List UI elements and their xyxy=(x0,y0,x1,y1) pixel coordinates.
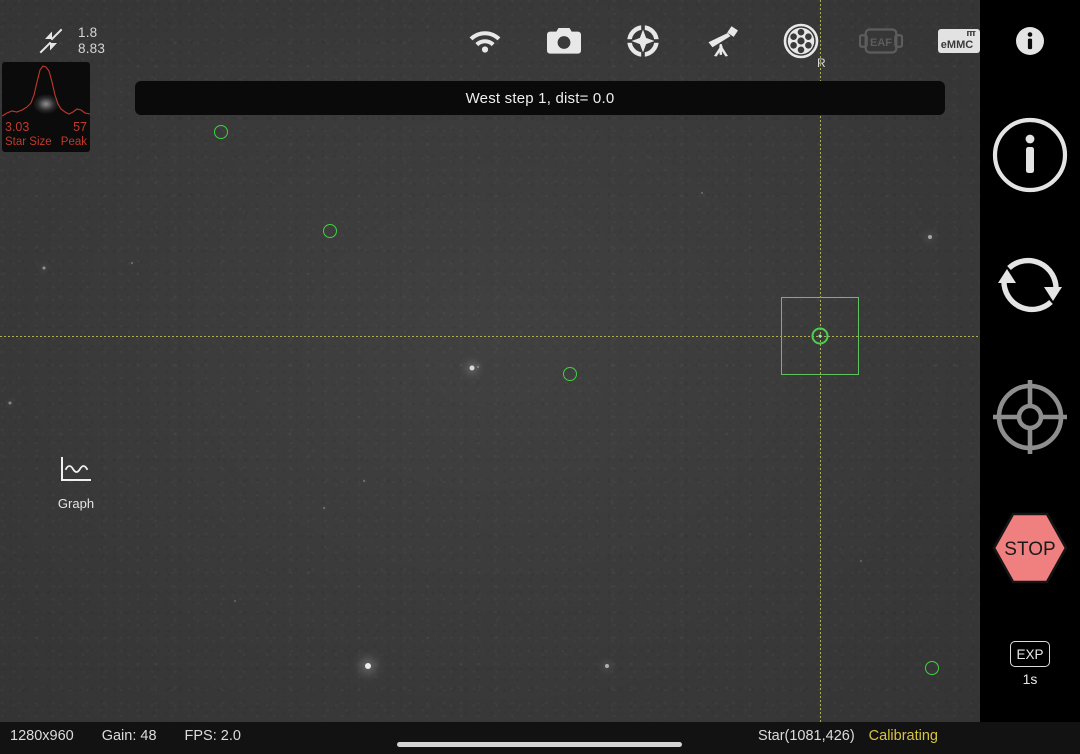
right-sidebar: STOP EXP 1s xyxy=(980,0,1080,722)
collapse-arrows-icon[interactable] xyxy=(36,26,66,56)
star-size-label: Star Size xyxy=(5,136,52,148)
info-button[interactable] xyxy=(990,115,1070,195)
star-profile-blob xyxy=(33,94,59,114)
detected-star-ring[interactable] xyxy=(214,125,228,139)
app-root: 1.8 8.83 R EAF eMMC 3.03 57 Star Size Pe… xyxy=(0,0,1080,754)
target-button[interactable] xyxy=(991,378,1069,456)
detected-star-ring[interactable] xyxy=(925,661,939,675)
peak-label: Peak xyxy=(60,136,87,148)
status-message-text: West step 1, dist= 0.0 xyxy=(465,89,615,107)
graph-icon xyxy=(61,457,91,481)
star-profile-curve xyxy=(2,65,90,117)
detected-star-ring[interactable] xyxy=(323,224,337,238)
detected-star-ring[interactable] xyxy=(563,367,577,381)
exposure-control[interactable]: EXP 1s xyxy=(1010,641,1050,687)
refresh-button[interactable] xyxy=(991,246,1069,324)
status-badge: Calibrating xyxy=(868,728,938,744)
star-profile-panel[interactable]: 3.03 57 Star Size Peak xyxy=(2,62,90,152)
bottom-status-bar: 1280x960 Gain: 48 FPS: 2.0 Star(1081,426… xyxy=(0,722,1080,754)
home-indicator[interactable] xyxy=(397,742,682,747)
star-size-value: 3.03 xyxy=(5,120,30,134)
status-right-group: Star(1081,426) Calibrating xyxy=(758,728,938,744)
fps-label: FPS: 2.0 xyxy=(184,728,241,744)
resolution-label: 1280x960 xyxy=(10,728,74,744)
exposure-value: 1s xyxy=(1022,671,1038,687)
info-badge-button[interactable] xyxy=(1014,25,1046,57)
graph-button-label: Graph xyxy=(57,496,95,511)
guide-star-centroid xyxy=(818,334,822,338)
stop-button[interactable]: STOP xyxy=(991,511,1069,585)
graph-button[interactable]: Graph xyxy=(52,456,100,511)
stop-button-label: STOP xyxy=(1004,539,1055,560)
peak-value: 57 xyxy=(73,120,87,134)
star-coordinates: Star(1081,426) xyxy=(757,728,855,744)
camera-preview[interactable]: 1.8 8.83 R EAF eMMC 3.03 57 Star Size Pe… xyxy=(0,0,980,722)
status-message-banner: West step 1, dist= 0.0 xyxy=(135,81,945,115)
gain-label: Gain: 48 xyxy=(101,728,157,744)
status-left-group: 1280x960 Gain: 48 FPS: 2.0 xyxy=(10,728,241,744)
exposure-button[interactable]: EXP xyxy=(1010,641,1050,667)
exposure-button-label: EXP xyxy=(1016,646,1044,662)
star-profile-values: 3.03 57 Star Size Peak xyxy=(2,120,90,152)
